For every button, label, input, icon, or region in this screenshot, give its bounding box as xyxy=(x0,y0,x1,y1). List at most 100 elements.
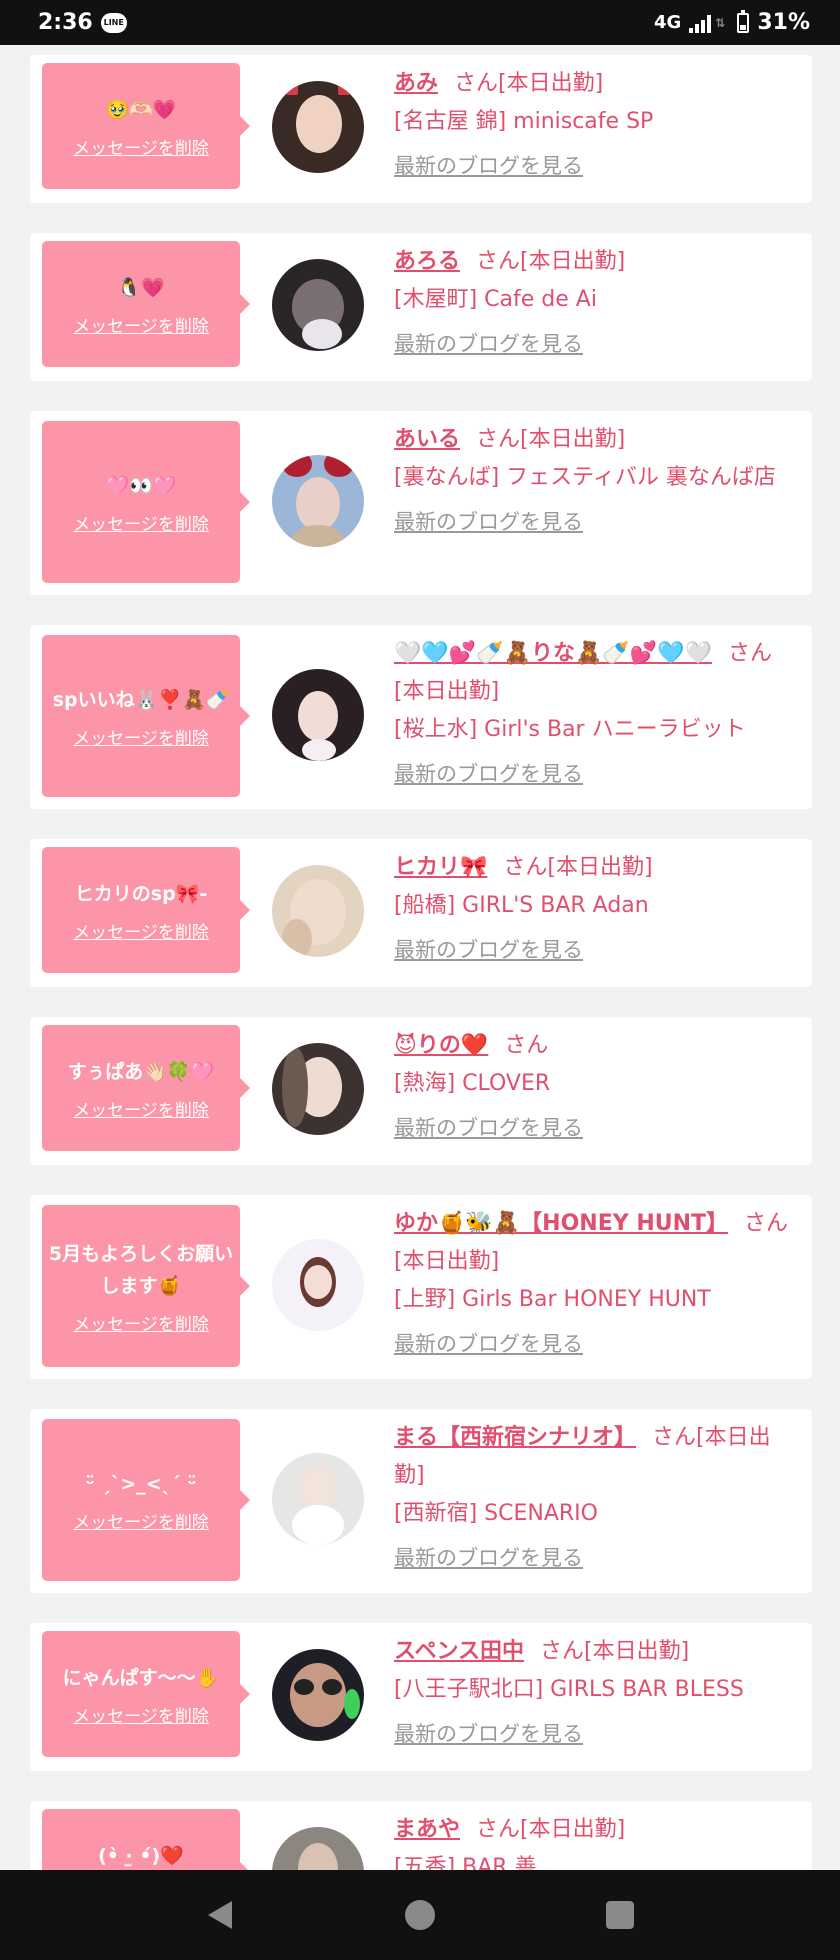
message-text: spいいね🐰❣️🧸🍼 xyxy=(52,688,230,711)
network-type: 4G xyxy=(653,12,682,33)
delete-message-link[interactable]: メッセージを削除 xyxy=(73,312,209,337)
battery-icon xyxy=(737,9,750,33)
message-bubble: spいいね🐰❣️🧸🍼 メッセージを削除 xyxy=(42,635,250,797)
message-bubble: (•̀ ·̫ •́)❤️ メッセージを削除 xyxy=(42,1809,250,1870)
shop-label: [船橋] GIRL'S BAR Adan xyxy=(394,893,649,918)
message-text: にゃんぱす〜〜✋ xyxy=(62,1666,220,1689)
name-suffix: さん[本日出勤] xyxy=(454,71,604,96)
message-bubble: ヒカリのsp🎀- メッセージを削除 xyxy=(42,847,250,973)
list-item: 🥹🫶🏻💗 メッセージを削除 あみ さん[本日出勤] [名古屋 錦] minisca… xyxy=(30,55,812,203)
entry-info: ゆか🍯🐝🧸【HONEY HUNT】 さん[本日出勤] [上野] Girls Bar… xyxy=(394,1205,798,1364)
entry-info: 😈りの❤️ さん [熱海] CLOVER 最新のブログを見る xyxy=(394,1027,798,1148)
back-icon xyxy=(208,1901,232,1929)
name-suffix: さん[本日出勤] xyxy=(503,855,653,880)
message-text: 🩷👀🩷 xyxy=(105,474,177,497)
shop-label: [裏なんば] フェスティバル 裏なんば店 xyxy=(394,465,776,490)
list-item: 🐧💗 メッセージを削除 あろる さん[本日出勤] [木屋町] Cafe de Ai… xyxy=(30,233,812,381)
cast-name-link[interactable]: あいる xyxy=(394,427,460,452)
delete-message-link[interactable]: メッセージを削除 xyxy=(73,1310,209,1335)
home-button[interactable] xyxy=(390,1885,450,1945)
avatar[interactable] xyxy=(272,1239,364,1331)
message-bubble: 🩷👀🩷 メッセージを削除 xyxy=(42,421,250,583)
latest-blog-link[interactable]: 最新のブログを見る xyxy=(394,325,583,363)
latest-blog-link[interactable]: 最新のブログを見る xyxy=(394,1325,583,1363)
latest-blog-link[interactable]: 最新のブログを見る xyxy=(394,1539,583,1577)
list-item: 5月もよろしくお願いします🍯 メッセージを削除 ゆか🍯🐝🧸【HONEY HUNT… xyxy=(30,1195,812,1379)
entry-info: 🤍🩵💕🍼🧸りな🧸🍼💕🩵🤍 さん[本日出勤] [桜上水] Girl's Bar ハニ… xyxy=(394,635,798,794)
name-suffix: さん[本日出勤] xyxy=(540,1639,690,1664)
list-item: 🩷👀🩷 メッセージを削除 あいる さん[本日出勤] [裏なんば] フェスティバル … xyxy=(30,411,812,595)
shop-label: [名古屋 錦] miniscafe SP xyxy=(394,109,654,134)
list-item: ヒカリのsp🎀- メッセージを削除 ヒカリ🎀 さん[本日出勤] [船橋] GIRL… xyxy=(30,839,812,987)
latest-blog-link[interactable]: 最新のブログを見る xyxy=(394,755,583,793)
cast-name-link[interactable]: あみ xyxy=(394,71,438,96)
shop-label: [桜上水] Girl's Bar ハニーラビット xyxy=(394,717,746,742)
entry-info: あみ さん[本日出勤] [名古屋 錦] miniscafe SP 最新のブログを見… xyxy=(394,65,798,186)
message-bubble: 🐧💗 メッセージを削除 xyxy=(42,241,250,367)
shop-label: [西新宿] SCENARIO xyxy=(394,1501,598,1526)
name-suffix: さん[本日出勤] xyxy=(476,1817,626,1842)
list-item: (•̀ ·̫ •́)❤️ メッセージを削除 まあやさん[本日出勤] [五香] B… xyxy=(30,1801,812,1870)
message-text: 🥹🫶🏻💗 xyxy=(105,98,177,121)
name-suffix: さん xyxy=(504,1033,549,1058)
signal-icon xyxy=(689,13,712,33)
entry-info: まる【西新宿シナリオ】 さん[本日出勤] [西新宿] SCENARIO 最新のブロ… xyxy=(394,1419,798,1578)
delete-message-link[interactable]: メッセージを削除 xyxy=(73,134,209,159)
data-activity-icon: ⇅ xyxy=(715,15,726,30)
avatar[interactable] xyxy=(272,865,364,957)
list-item: ᵕ̈ ˏˋ>_<ˎˊ ᵕ̈ メッセージを削除 まる【西新宿シナリオ】 さん[本日出… xyxy=(30,1409,812,1593)
avatar[interactable] xyxy=(272,1827,364,1870)
shop-label: [五香] BAR 善 xyxy=(394,1855,537,1870)
latest-blog-link[interactable]: 最新のブログを見る xyxy=(394,931,583,969)
cast-name-link[interactable]: まあや xyxy=(394,1817,460,1842)
message-text: 5月もよろしくお願いします🍯 xyxy=(48,1242,234,1297)
entry-info: あいる さん[本日出勤] [裏なんば] フェスティバル 裏なんば店 最新のブログを… xyxy=(394,421,798,542)
cast-name-link[interactable]: まる【西新宿シナリオ】 xyxy=(394,1425,636,1450)
battery-level: 31% xyxy=(757,10,810,35)
cast-name-link[interactable]: スペンス田中 xyxy=(394,1639,524,1664)
latest-blog-link[interactable]: 最新のブログを見る xyxy=(394,503,583,541)
cast-name-link[interactable]: 😈りの❤️ xyxy=(394,1033,488,1058)
avatar[interactable] xyxy=(272,1649,364,1741)
delete-message-link[interactable]: メッセージを削除 xyxy=(73,510,209,535)
entry-info: スペンス田中 さん[本日出勤] [八王子駅北口] GIRLS BAR BLESS … xyxy=(394,1633,798,1754)
avatar[interactable] xyxy=(272,455,364,547)
message-list[interactable]: 🥹🫶🏻💗 メッセージを削除 あみ さん[本日出勤] [名古屋 錦] minisca… xyxy=(0,45,840,1870)
shop-label: [八王子駅北口] GIRLS BAR BLESS xyxy=(394,1677,744,1702)
recents-button[interactable] xyxy=(590,1885,650,1945)
shop-label: [木屋町] Cafe de Ai xyxy=(394,287,597,312)
shop-label: [熱海] CLOVER xyxy=(394,1071,551,1096)
list-item: すぅぱあ👋🏻🍀🩷 メッセージを削除 😈りの❤️ さん [熱海] CLOVER 最新… xyxy=(30,1017,812,1165)
avatar[interactable] xyxy=(272,1043,364,1135)
message-text: すぅぱあ👋🏻🍀🩷 xyxy=(67,1060,215,1083)
back-button[interactable] xyxy=(190,1885,250,1945)
avatar[interactable] xyxy=(272,81,364,173)
avatar[interactable] xyxy=(272,1453,364,1545)
delete-message-link[interactable]: メッセージを削除 xyxy=(73,1096,209,1121)
delete-message-link[interactable]: メッセージを削除 xyxy=(73,918,209,943)
message-text: (•̀ ·̫ •́)❤️ xyxy=(98,1844,184,1867)
latest-blog-link[interactable]: 最新のブログを見る xyxy=(394,1715,583,1753)
message-bubble: すぅぱあ👋🏻🍀🩷 メッセージを削除 xyxy=(42,1025,250,1151)
avatar[interactable] xyxy=(272,259,364,351)
cast-name-link[interactable]: あろる xyxy=(394,249,460,274)
latest-blog-link[interactable]: 最新のブログを見る xyxy=(394,147,583,185)
delete-message-link[interactable]: メッセージを削除 xyxy=(73,1508,209,1533)
cast-name-link[interactable]: ヒカリ🎀 xyxy=(394,855,487,880)
list-item: にゃんぱす〜〜✋ メッセージを削除 スペンス田中 さん[本日出勤] [八王子駅北口… xyxy=(30,1623,812,1771)
list-item: spいいね🐰❣️🧸🍼 メッセージを削除 🤍🩵💕🍼🧸りな🧸🍼💕🩵🤍 さん[本日出勤]… xyxy=(30,625,812,809)
latest-blog-link[interactable]: 最新のブログを見る xyxy=(394,1109,583,1147)
clock: 2:36 xyxy=(38,10,93,35)
delete-message-link[interactable]: メッセージを削除 xyxy=(73,724,209,749)
cast-name-link[interactable]: 🤍🩵💕🍼🧸りな🧸🍼💕🩵🤍 xyxy=(394,641,712,666)
cast-name-link[interactable]: ゆか🍯🐝🧸【HONEY HUNT】 xyxy=(394,1211,728,1236)
delete-message-link[interactable]: メッセージを削除 xyxy=(73,1702,209,1727)
message-bubble: にゃんぱす〜〜✋ メッセージを削除 xyxy=(42,1631,250,1757)
recents-icon xyxy=(606,1901,634,1929)
message-bubble: 🥹🫶🏻💗 メッセージを削除 xyxy=(42,63,250,189)
message-text: ᵕ̈ ˏˋ>_<ˎˊ ᵕ̈ xyxy=(85,1472,197,1495)
line-app-icon: LINE xyxy=(100,12,127,33)
avatar[interactable] xyxy=(272,669,364,761)
message-text: 🐧💗 xyxy=(117,276,165,299)
name-suffix: さん[本日出勤] xyxy=(476,427,626,452)
